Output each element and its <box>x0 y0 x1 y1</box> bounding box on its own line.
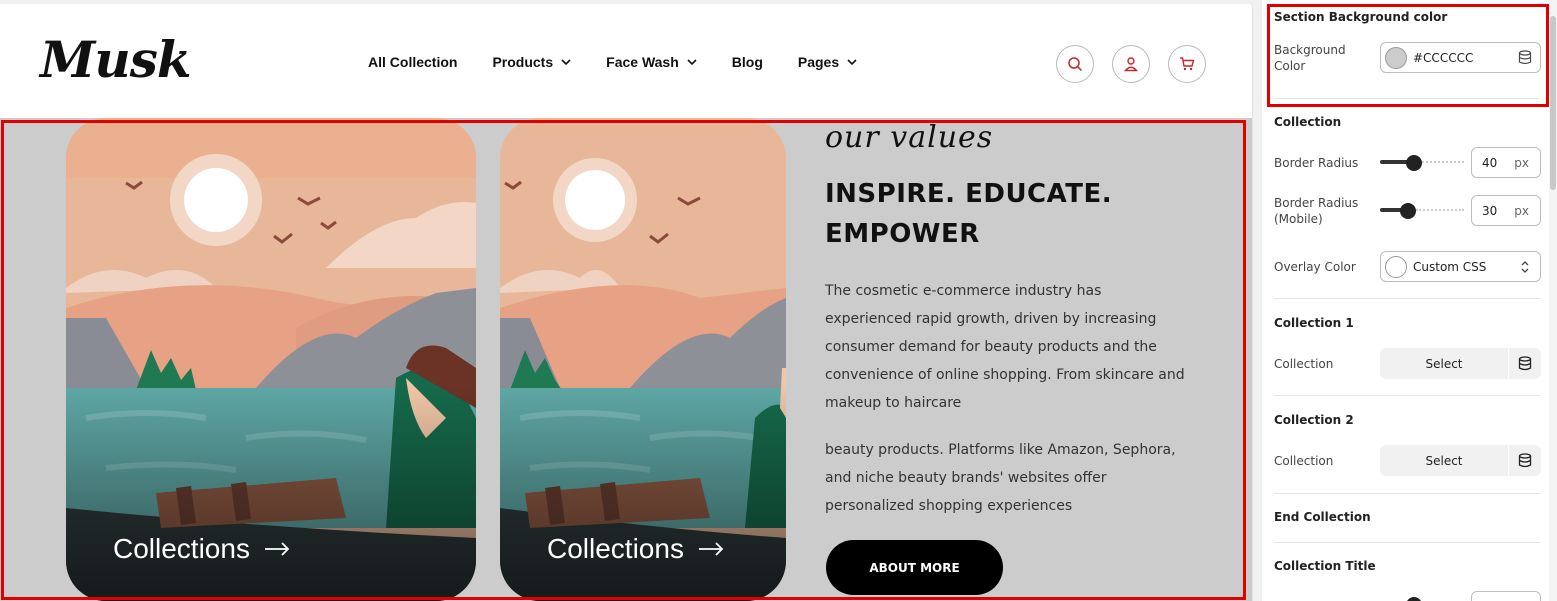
collection-2-picker: Select <box>1380 445 1541 476</box>
database-icon <box>1518 453 1532 468</box>
chevron-down-icon <box>561 59 571 66</box>
end-collection-title: End Collection <box>1274 510 1371 524</box>
section-bg-title: Section Background color <box>1274 10 1448 24</box>
collection-1-picker: Select <box>1380 348 1541 379</box>
collection-title-slider[interactable] <box>1380 597 1464 601</box>
nav-products[interactable]: Products <box>492 54 571 70</box>
arrow-right-icon <box>698 542 724 556</box>
database-icon <box>1518 356 1532 371</box>
search-button[interactable] <box>1056 45 1094 83</box>
cart-button[interactable] <box>1168 45 1206 83</box>
settings-panel: Section Background color Background Colo… <box>1262 0 1557 601</box>
site-header: Musk All Collection Products Face Wash B… <box>0 4 1252 118</box>
database-icon[interactable] <box>1518 50 1532 65</box>
cart-icon <box>1180 57 1195 71</box>
collection-image <box>66 118 476 601</box>
arrow-right-icon <box>264 542 290 556</box>
app-root: Musk All Collection Products Face Wash B… <box>0 0 1557 601</box>
color-swatch[interactable] <box>1385 46 1407 69</box>
chevron-down-icon <box>687 59 697 66</box>
nav-all-collection[interactable]: All Collection <box>368 54 457 70</box>
nav-face-wash[interactable]: Face Wash <box>606 54 697 70</box>
collection-1-label: Collection <box>1274 357 1334 371</box>
brand-logo[interactable]: Musk <box>40 30 191 89</box>
settings-scrollbar[interactable] <box>1549 0 1557 601</box>
about-more-button[interactable]: ABOUT MORE <box>826 540 1003 595</box>
collection-2-title: Collection 2 <box>1274 413 1354 427</box>
section-paragraph-2: beauty products. Platforms like Amazon, … <box>825 442 1176 514</box>
account-button[interactable] <box>1112 45 1150 83</box>
border-radius-input[interactable]: 40 px <box>1471 147 1541 178</box>
collection-card[interactable]: Collections <box>500 118 786 601</box>
script-title: our values <box>825 120 994 155</box>
section-headline: INSPIRE. EDUCATE. EMPOWER <box>825 179 1113 249</box>
color-swatch[interactable] <box>1385 255 1407 278</box>
section-paragraph-1: The cosmetic e-commerce industry has exp… <box>825 283 1185 411</box>
main-nav: All Collection Products Face Wash Blog P… <box>368 54 892 70</box>
border-radius-label: Border Radius <box>1274 156 1359 170</box>
nav-blog[interactable]: Blog <box>732 54 763 70</box>
collection-title-heading: Collection Title <box>1274 559 1376 573</box>
collection-1-select-button[interactable]: Select <box>1380 348 1508 379</box>
border-radius-mobile-label: Border Radius (Mobile) <box>1274 196 1359 226</box>
border-radius-mobile-slider[interactable] <box>1380 203 1464 219</box>
collection-caption[interactable]: Collections <box>547 533 724 565</box>
nav-pages[interactable]: Pages <box>798 54 857 70</box>
select-arrows-icon <box>1521 261 1529 273</box>
collection-1-title: Collection 1 <box>1274 316 1354 330</box>
chevron-down-icon <box>847 59 857 66</box>
overlay-color-label: Overlay Color <box>1274 260 1356 274</box>
bg-color-field[interactable]: #CCCCCC <box>1380 42 1541 73</box>
collection-title-input[interactable] <box>1471 591 1541 601</box>
collection-title: Collection <box>1274 115 1342 129</box>
collection-card[interactable]: Collections <box>66 118 476 601</box>
collection-2-label: Collection <box>1274 454 1334 468</box>
collection-image <box>500 118 786 601</box>
collection-caption[interactable]: Collections <box>113 533 290 565</box>
store-preview: Musk All Collection Products Face Wash B… <box>0 0 1253 601</box>
values-section[interactable]: Collections Collections our values INSPI… <box>0 118 1252 601</box>
collection-2-select-button[interactable]: Select <box>1380 445 1508 476</box>
user-icon <box>1123 57 1139 72</box>
overlay-color-select[interactable]: Custom CSS <box>1380 251 1541 282</box>
border-radius-slider[interactable] <box>1380 155 1464 171</box>
search-icon <box>1068 57 1083 72</box>
bg-color-label: Background Color <box>1274 43 1346 73</box>
border-radius-mobile-input[interactable]: 30 px <box>1471 195 1541 226</box>
